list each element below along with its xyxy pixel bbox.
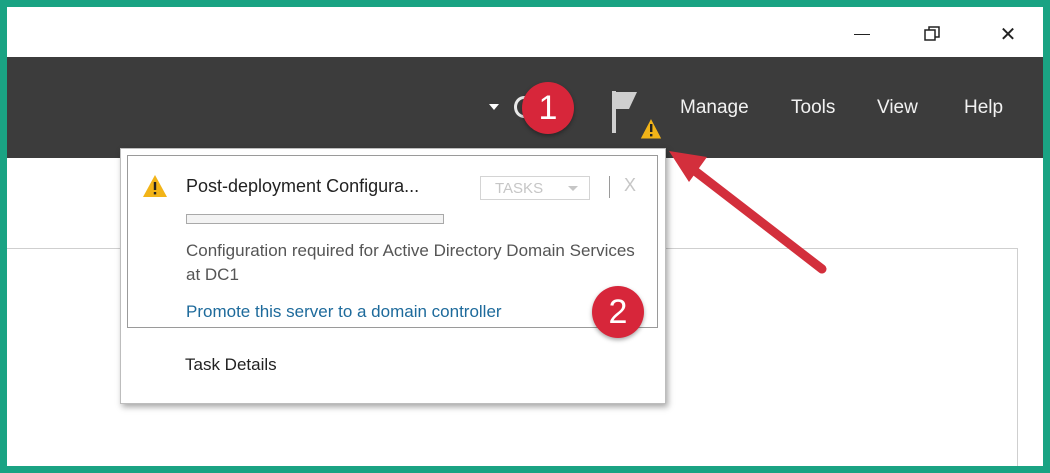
pointer-arrow (669, 151, 827, 274)
callout-badge-1: 1 (522, 82, 574, 134)
callout-badge-2: 2 (592, 286, 644, 338)
app-frame: ✕ Manage Tools View Help Post-deployment… (0, 0, 1050, 473)
